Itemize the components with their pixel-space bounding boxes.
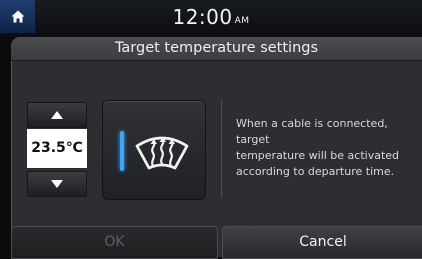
temperature-up-button[interactable] (27, 102, 87, 128)
info-text: When a cable is connected, target temper… (236, 116, 416, 180)
target-temperature-dialog: Target temperature settings 23.5℃ When a… (11, 37, 422, 259)
defroster-indicator (120, 131, 124, 171)
rear-defroster-button[interactable] (102, 100, 206, 200)
status-bar: 12:00 AM (0, 0, 422, 37)
clock: 12:00 AM (0, 5, 422, 29)
home-button[interactable] (0, 0, 36, 33)
divider (221, 100, 222, 198)
triangle-down-icon (51, 180, 63, 188)
temperature-value: 23.5℃ (27, 129, 87, 168)
ok-button[interactable]: OK (11, 226, 218, 259)
dialog-title: Target temperature settings (11, 37, 422, 61)
temperature-down-button[interactable] (27, 171, 87, 197)
info-line: temperature will be activated (236, 149, 400, 162)
info-line: according to departure time. (236, 165, 395, 178)
triangle-up-icon (51, 111, 63, 119)
cancel-button[interactable]: Cancel (222, 226, 422, 259)
clock-time: 12:00 (172, 5, 233, 29)
rear-defroster-icon (135, 136, 189, 170)
info-line: target (236, 133, 270, 146)
clock-ampm: AM (234, 16, 250, 26)
home-icon (11, 10, 24, 23)
info-line: When a cable is connected, (236, 117, 388, 130)
